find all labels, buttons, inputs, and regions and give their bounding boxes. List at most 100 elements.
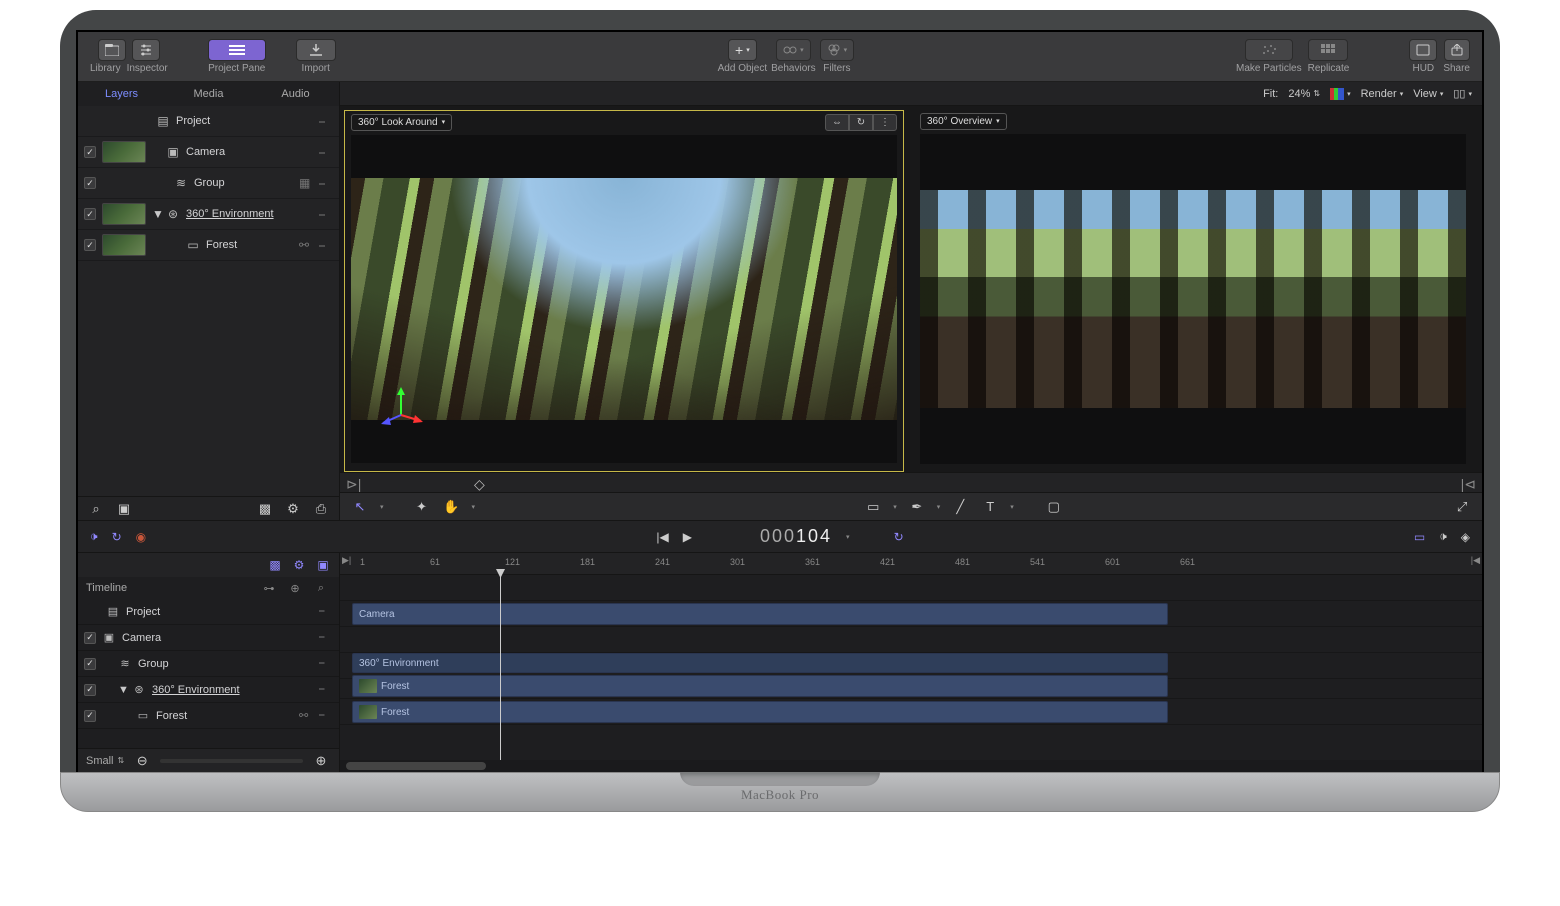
lock-icon[interactable]: ⎯: [319, 605, 333, 618]
zoom-dropdown[interactable]: 24% ⇅: [1288, 88, 1320, 100]
show-mask-icon[interactable]: ▣: [315, 557, 331, 573]
zoom-in-icon[interactable]: ⊕: [311, 751, 331, 771]
lock-icon[interactable]: ⎯: [319, 145, 333, 160]
canvas-preview[interactable]: [920, 190, 1466, 408]
gear-icon[interactable]: ⚙: [283, 499, 303, 519]
timeline-row-project[interactable]: ▤ Project ⎯: [78, 599, 339, 625]
link-icon[interactable]: ⚯: [299, 709, 313, 722]
link-icon[interactable]: ⚯: [299, 238, 313, 252]
lock-icon[interactable]: ⎯: [319, 631, 333, 644]
orbit-tool[interactable]: ↻: [849, 114, 873, 131]
inspector-button[interactable]: [132, 39, 160, 61]
clip-forest[interactable]: Forest: [352, 701, 1168, 723]
lock-icon[interactable]: ⎯: [319, 657, 333, 670]
clip-camera[interactable]: Camera: [352, 603, 1168, 625]
keyframe-editor-icon[interactable]: ◈: [1461, 530, 1470, 544]
timeline-toggle-icon[interactable]: ▭: [1414, 530, 1425, 544]
project-pane-button[interactable]: [208, 39, 266, 61]
hand-tool[interactable]: ✋: [442, 497, 462, 517]
enable-checkbox[interactable]: ✓: [84, 146, 96, 158]
timeline-row-360-env[interactable]: ✓ ▼ ⊛ 360° Environment ⎯: [78, 677, 339, 703]
lock-icon[interactable]: ⎯: [319, 709, 333, 722]
layer-row-360-env[interactable]: ✓ ▼ ⊛ 360° Environment ⎯: [78, 199, 339, 230]
tab-media[interactable]: Media: [165, 82, 252, 106]
canvas-preview[interactable]: [351, 178, 897, 421]
lock-icon[interactable]: ⎯: [319, 683, 333, 696]
print-icon[interactable]: ⎙: [311, 499, 331, 519]
enable-checkbox[interactable]: ✓: [84, 177, 96, 189]
mini-timeline[interactable]: ⊳| ◇ |⊲: [340, 472, 1482, 492]
viewer-camera-dropdown[interactable]: 360° Overview▾: [920, 113, 1007, 130]
timeline-row-camera[interactable]: ✓ ▣ Camera ⎯: [78, 625, 339, 651]
layer-row-group[interactable]: ✓ ≋ Group ▦ ⎯: [78, 168, 339, 199]
goto-start-icon[interactable]: ⊳|: [346, 476, 361, 493]
enable-checkbox[interactable]: ✓: [84, 710, 96, 722]
enable-checkbox[interactable]: ✓: [84, 684, 96, 696]
search-icon[interactable]: ⌕: [86, 499, 106, 519]
filters-button[interactable]: ▾: [820, 39, 855, 61]
checker-icon[interactable]: ▩: [255, 499, 275, 519]
track-size-dropdown[interactable]: Small ⇅: [86, 755, 124, 767]
disclosure-icon[interactable]: ▼: [118, 684, 126, 696]
zoom-time-icon[interactable]: ⊕: [285, 578, 305, 598]
timeline-row-forest[interactable]: ✓ ▭ Forest ⚯ ⎯: [78, 703, 339, 729]
disclosure-icon[interactable]: ▼: [152, 207, 160, 221]
viewer-camera-dropdown[interactable]: 360° Look Around▾: [351, 114, 452, 131]
blend-icon[interactable]: ▦: [299, 176, 313, 190]
frame-icon[interactable]: ▣: [114, 499, 134, 519]
tab-audio[interactable]: Audio: [252, 82, 339, 106]
enable-checkbox[interactable]: ✓: [84, 208, 96, 220]
expand-icon[interactable]: ⤢: [1452, 497, 1472, 517]
snap-icon[interactable]: ⊶: [259, 578, 279, 598]
enable-checkbox[interactable]: ✓: [84, 239, 96, 251]
line-tool[interactable]: ╱: [950, 497, 970, 517]
audio-timeline-icon[interactable]: 🕩: [1439, 529, 1447, 544]
tab-layers[interactable]: Layers: [78, 82, 165, 106]
transform-3d-tool[interactable]: ✦: [412, 497, 432, 517]
search-icon[interactable]: ⌕: [311, 578, 331, 598]
clip-forest-group[interactable]: Forest: [352, 675, 1168, 697]
clock-icon[interactable]: ↻: [894, 530, 904, 544]
goto-start-button[interactable]: |◀: [656, 530, 668, 544]
share-button[interactable]: [1444, 39, 1470, 61]
show-behavior-icon[interactable]: ⚙: [291, 557, 307, 573]
zoom-slider[interactable]: [160, 759, 303, 763]
replicate-button[interactable]: [1308, 39, 1348, 61]
layout-button[interactable]: ▯▯ ▾: [1453, 87, 1472, 100]
add-object-button[interactable]: +▾: [728, 39, 757, 61]
timeline-scrollbar[interactable]: [340, 760, 1482, 772]
select-tool[interactable]: ↖: [350, 497, 370, 517]
import-button[interactable]: [296, 39, 336, 61]
lock-icon[interactable]: ⎯: [319, 238, 333, 253]
3d-axis-gizmo[interactable]: [377, 381, 425, 429]
lock-icon[interactable]: ⎯: [319, 207, 333, 222]
pen-tool[interactable]: ✒: [907, 497, 927, 517]
pan-tool[interactable]: ⇔: [825, 114, 849, 131]
behaviors-button[interactable]: ▾: [776, 39, 811, 61]
layer-row-forest[interactable]: ✓ ▭ Forest ⚯ ⎯: [78, 230, 339, 261]
more-tool[interactable]: ⋮: [873, 114, 897, 131]
layer-row-project[interactable]: ▤ Project ⎯: [78, 106, 339, 137]
make-particles-button[interactable]: [1245, 39, 1293, 61]
library-button[interactable]: [98, 39, 126, 61]
enable-checkbox[interactable]: ✓: [84, 658, 96, 670]
timecode-display[interactable]: 000104: [760, 526, 832, 547]
timeline-ruler[interactable]: ▶| 1 61 121 181 241 301 361 421 481 541 …: [340, 553, 1482, 575]
hud-button[interactable]: [1409, 39, 1437, 61]
mini-playhead-icon[interactable]: ◇: [474, 476, 485, 493]
record-icon[interactable]: ◉: [136, 530, 146, 544]
clip-360-env-header[interactable]: 360° Environment: [352, 653, 1168, 673]
color-channels-button[interactable]: ▾: [1330, 88, 1351, 100]
loop-icon[interactable]: ↻: [112, 530, 122, 544]
lock-icon[interactable]: ⎯: [319, 176, 333, 191]
enable-checkbox[interactable]: ✓: [84, 632, 96, 644]
zoom-out-icon[interactable]: ⊖: [132, 751, 152, 771]
audio-icon[interactable]: 🕩: [90, 529, 98, 544]
play-button[interactable]: ▶: [683, 530, 692, 544]
rectangle-tool[interactable]: ▭: [863, 497, 883, 517]
view-dropdown[interactable]: View ▾: [1413, 88, 1443, 100]
timeline-row-group[interactable]: ✓ ≋ Group ⎯: [78, 651, 339, 677]
lock-icon[interactable]: ⎯: [319, 114, 333, 129]
layer-row-camera[interactable]: ✓ ▣ Camera ⎯: [78, 137, 339, 168]
show-video-icon[interactable]: ▩: [267, 557, 283, 573]
